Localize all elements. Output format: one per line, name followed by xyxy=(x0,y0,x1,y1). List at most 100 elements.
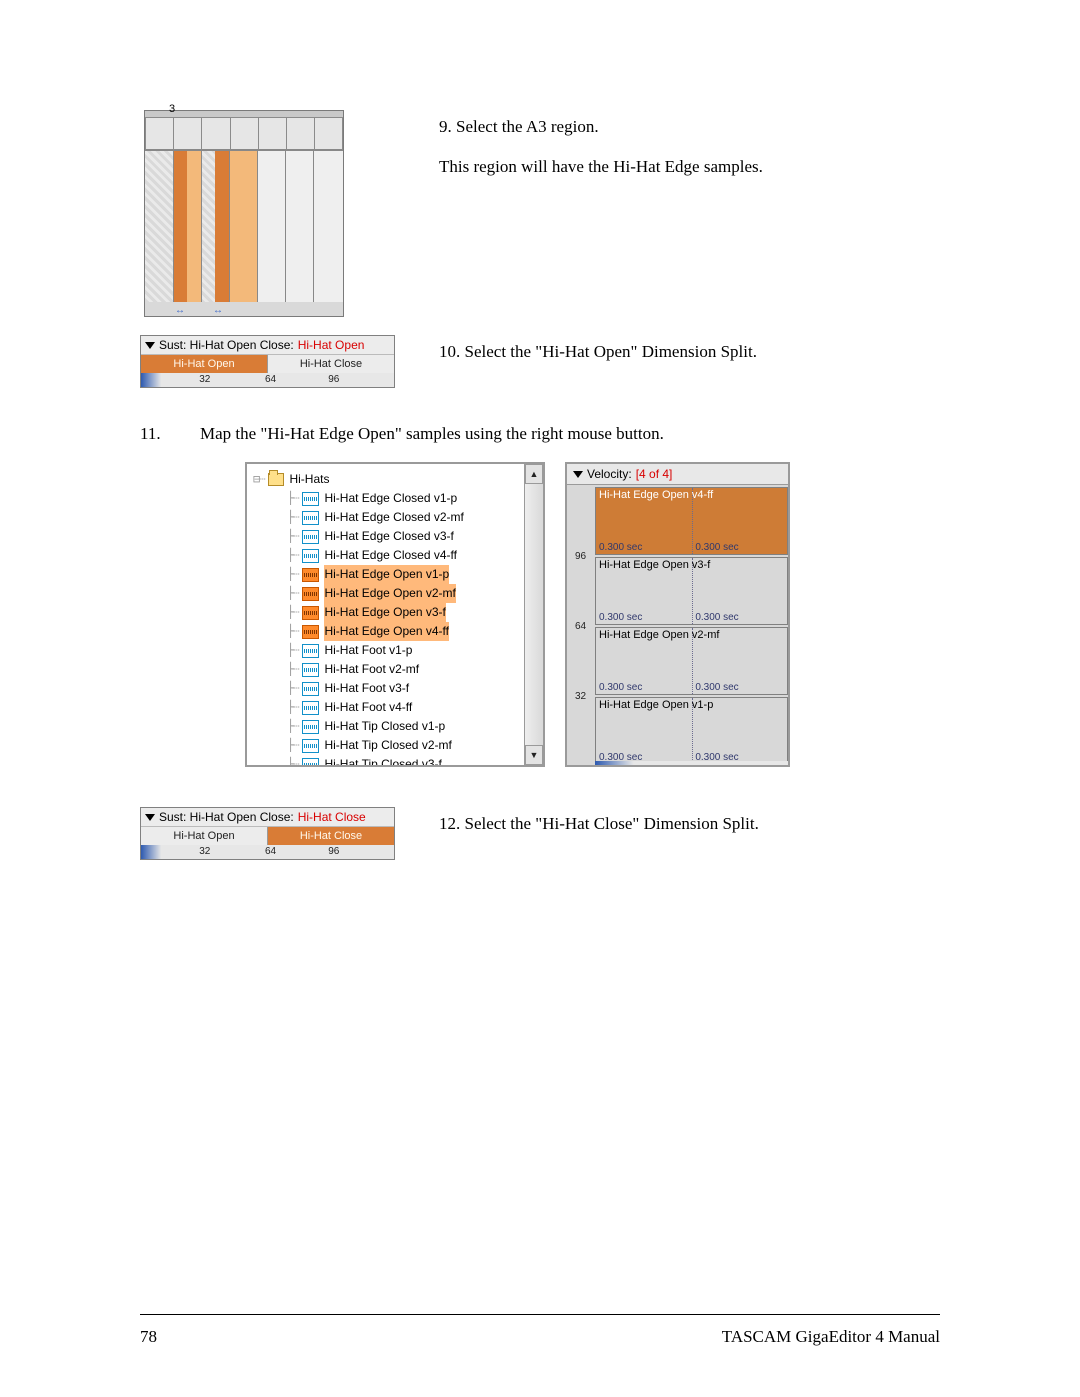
dimension-panel-open: Sust: Hi-Hat Open Close: Hi-Hat Open Hi-… xyxy=(140,335,395,388)
step12-line: 12. Select the "Hi-Hat Close" Dimension … xyxy=(439,811,940,837)
tree-item[interactable]: ├┈Hi-Hat Foot v3-f xyxy=(253,679,521,698)
step10-text: 10. Select the "Hi-Hat Open" Dimension S… xyxy=(439,335,940,379)
tree-item[interactable]: ├┈Hi-Hat Edge Open v1-p xyxy=(253,565,521,584)
tree-item[interactable]: ├┈Hi-Hat Edge Closed v2-mf xyxy=(253,508,521,527)
step10-row: Sust: Hi-Hat Open Close: Hi-Hat Open Hi-… xyxy=(140,335,940,388)
tree-item-label: Hi-Hat Tip Closed v3-f xyxy=(324,755,441,767)
tree-item[interactable]: ├┈Hi-Hat Tip Closed v1-p xyxy=(253,717,521,736)
velocity-header-value: [4 of 4] xyxy=(636,467,673,481)
tree-item-label: Hi-Hat Edge Open v2-mf xyxy=(324,584,455,603)
waveform-icon xyxy=(302,587,319,601)
step11-number: 11. xyxy=(140,424,164,444)
scroll-up-button[interactable]: ▲ xyxy=(525,464,543,484)
split-hi-hat-open[interactable]: Hi-Hat Open xyxy=(141,827,268,845)
chevron-down-icon xyxy=(145,342,155,349)
waveform-icon xyxy=(302,606,319,620)
keyboard-region-figure: 3 xyxy=(144,110,344,317)
tree-item-label: Hi-Hat Foot v3-f xyxy=(324,679,409,698)
tree-item-label: Hi-Hat Edge Open v1-p xyxy=(324,565,449,584)
waveform-icon xyxy=(302,720,319,734)
tree-item[interactable]: ├┈Hi-Hat Foot v1-p xyxy=(253,641,521,660)
velocity-header[interactable]: Velocity: [4 of 4] xyxy=(567,464,788,485)
velocity-cell-sec-left: 0.300 sec xyxy=(599,542,642,553)
waveform-icon xyxy=(302,492,319,506)
dimension-header-value: Hi-Hat Open xyxy=(298,338,365,352)
dimension-header-label: Sust: Hi-Hat Open Close: xyxy=(159,338,294,352)
waveform-icon xyxy=(302,701,319,715)
tree-item[interactable]: ├┈Hi-Hat Tip Closed v3-f xyxy=(253,755,521,767)
sample-tree-panel: ⊟┈ Hi-Hats ├┈Hi-Hat Edge Closed v1-p├┈Hi… xyxy=(245,462,545,767)
waveform-icon xyxy=(302,625,319,639)
tree-item-label: Hi-Hat Tip Closed v2-mf xyxy=(324,736,451,755)
waveform-icon xyxy=(302,568,319,582)
velocity-cell-title: Hi-Hat Edge Open v2-mf xyxy=(599,629,719,641)
split-hi-hat-close[interactable]: Hi-Hat Close xyxy=(268,355,394,373)
velocity-cell-title: Hi-Hat Edge Open v3-f xyxy=(599,559,710,571)
octave-marker: 3 xyxy=(169,103,175,115)
step11-row: 11. Map the "Hi-Hat Edge Open" samples u… xyxy=(140,424,940,444)
velocity-cell-sec-left: 0.300 sec xyxy=(599,682,642,693)
velocity-cell[interactable]: Hi-Hat Edge Open v3-f 0.300 sec 0.300 sec xyxy=(595,557,788,625)
split-hi-hat-close[interactable]: Hi-Hat Close xyxy=(268,827,394,845)
tree-item[interactable]: ├┈Hi-Hat Tip Closed v2-mf xyxy=(253,736,521,755)
manual-title: TASCAM GigaEditor 4 Manual xyxy=(722,1327,940,1347)
footer: 78 TASCAM GigaEditor 4 Manual xyxy=(140,1327,940,1347)
dimension-header-value: Hi-Hat Close xyxy=(298,810,366,824)
velocity-cell-title: Hi-Hat Edge Open v1-p xyxy=(599,699,713,711)
sample-tree-body[interactable]: ⊟┈ Hi-Hats ├┈Hi-Hat Edge Closed v1-p├┈Hi… xyxy=(247,464,525,765)
tree-item-label: Hi-Hat Edge Closed v3-f xyxy=(324,527,453,546)
waveform-icon xyxy=(302,530,319,544)
scroll-down-button[interactable]: ▼ xyxy=(525,745,543,765)
tree-item-label: Hi-Hat Edge Open v3-f xyxy=(324,603,445,622)
dimension-ruler: 32 64 96 xyxy=(141,845,394,859)
step12-row: Sust: Hi-Hat Open Close: Hi-Hat Close Hi… xyxy=(140,807,940,860)
tree-item[interactable]: ├┈Hi-Hat Edge Open v3-f xyxy=(253,603,521,622)
waveform-icon xyxy=(302,644,319,658)
velocity-cell[interactable]: Hi-Hat Edge Open v1-p0.300 sec0.300 sec xyxy=(595,697,788,765)
tree-item-label: Hi-Hat Edge Closed v4-ff xyxy=(324,546,457,565)
waveform-icon xyxy=(302,663,319,677)
tree-item[interactable]: ├┈Hi-Hat Foot v2-mf xyxy=(253,660,521,679)
velocity-cell[interactable]: Hi-Hat Edge Open v2-mf0.300 sec0.300 sec xyxy=(595,627,788,695)
velocity-cell[interactable]: Hi-Hat Edge Open v4-ff 0.300 sec 0.300 sec xyxy=(595,487,788,555)
tree-item[interactable]: ├┈Hi-Hat Edge Open v4-ff xyxy=(253,622,521,641)
tree-item[interactable]: ├┈Hi-Hat Edge Closed v4-ff xyxy=(253,546,521,565)
step11-text: Map the "Hi-Hat Edge Open" samples using… xyxy=(200,424,664,444)
tree-item[interactable]: ├┈Hi-Hat Edge Closed v1-p xyxy=(253,489,521,508)
dimension-header[interactable]: Sust: Hi-Hat Open Close: Hi-Hat Close xyxy=(141,808,394,827)
tree-item-label: Hi-Hat Foot v1-p xyxy=(324,641,412,660)
tree-item-label: Hi-Hat Foot v4-ff xyxy=(324,698,412,717)
step9-row: 3 xyxy=(140,110,940,317)
tree-item-label: Hi-Hat Tip Closed v1-p xyxy=(324,717,445,736)
tree-item-label: Hi-Hat Edge Closed v1-p xyxy=(324,489,457,508)
folder-icon xyxy=(268,473,284,486)
tree-root[interactable]: ⊟┈ Hi-Hats xyxy=(253,470,521,489)
waveform-icon xyxy=(302,511,319,525)
velocity-grid[interactable]: 96 64 32 Hi-Hat Edge Open v4-ff0.300 sec… xyxy=(567,487,788,765)
step10-line: 10. Select the "Hi-Hat Open" Dimension S… xyxy=(439,339,940,365)
dimension-ruler: 32 64 96 xyxy=(141,373,394,387)
velocity-cell-sec-right: 0.300 sec xyxy=(695,542,738,553)
chevron-down-icon xyxy=(573,471,583,478)
chevron-down-icon xyxy=(145,814,155,821)
tree-item[interactable]: ├┈Hi-Hat Edge Closed v3-f xyxy=(253,527,521,546)
velocity-cell-title: Hi-Hat Edge Open v4-ff xyxy=(599,489,713,501)
velocity-header-label: Velocity: xyxy=(587,467,632,481)
waveform-icon xyxy=(302,549,319,563)
dimension-panel-close: Sust: Hi-Hat Open Close: Hi-Hat Close Hi… xyxy=(140,807,395,860)
tree-velocity-wrap: ⊟┈ Hi-Hats ├┈Hi-Hat Edge Closed v1-p├┈Hi… xyxy=(245,462,940,767)
scrollbar[interactable]: ▲ ▼ xyxy=(524,464,543,765)
step12-text: 12. Select the "Hi-Hat Close" Dimension … xyxy=(439,807,940,851)
tree-item[interactable]: ├┈Hi-Hat Edge Open v2-mf xyxy=(253,584,521,603)
dimension-splits[interactable]: Hi-Hat Open Hi-Hat Close xyxy=(141,355,394,373)
dimension-splits[interactable]: Hi-Hat Open Hi-Hat Close xyxy=(141,827,394,845)
step9-text: 9. Select the A3 region. This region wil… xyxy=(439,110,940,195)
velocity-cell-sec-left: 0.300 sec xyxy=(599,612,642,623)
step9-figure: 3 xyxy=(140,110,405,317)
split-hi-hat-open[interactable]: Hi-Hat Open xyxy=(141,355,268,373)
dimension-header[interactable]: Sust: Hi-Hat Open Close: Hi-Hat Open xyxy=(141,336,394,355)
velocity-panel: Velocity: [4 of 4] 96 64 32 Hi-Hat Edge … xyxy=(565,462,790,767)
page-number: 78 xyxy=(140,1327,157,1347)
tree-item[interactable]: ├┈Hi-Hat Foot v4-ff xyxy=(253,698,521,717)
velocity-cell-sec-right: 0.300 sec xyxy=(695,612,738,623)
